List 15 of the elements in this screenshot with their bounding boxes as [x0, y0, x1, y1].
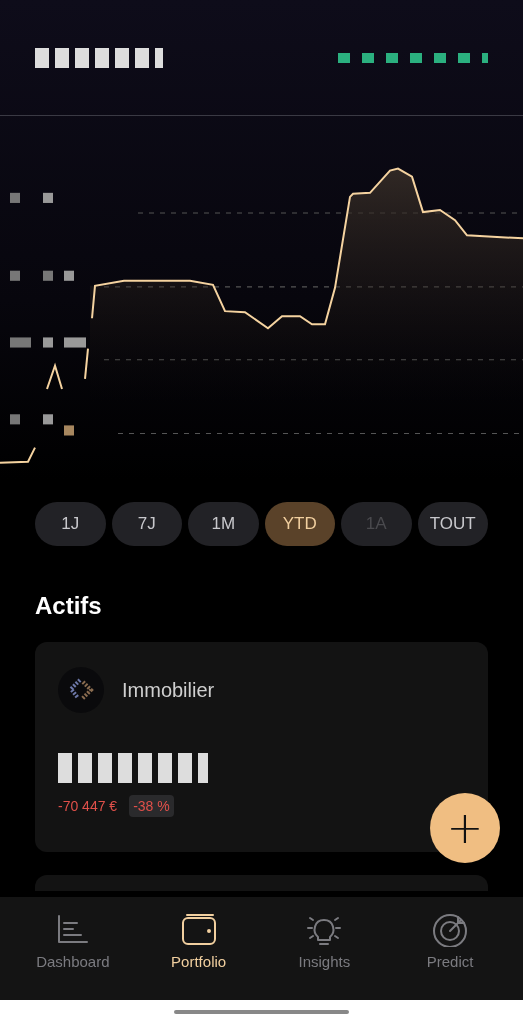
asset-logo-icon: [58, 667, 104, 713]
period-tab[interactable]: 1J: [35, 502, 106, 546]
change-amount: -70 447 €: [58, 798, 118, 814]
add-button[interactable]: +: [430, 793, 500, 863]
nav-tab[interactable]: Insights: [269, 913, 380, 983]
asset-name: Immobilier: [122, 678, 215, 702]
nav-tab[interactable]: Predict: [395, 913, 506, 983]
change-percent-badge: -38 %: [129, 795, 174, 817]
period-tab[interactable]: YTD: [264, 502, 335, 546]
period-tab[interactable]: 1M: [188, 502, 259, 546]
nav-tab[interactable]: Dashboard: [17, 913, 128, 983]
nav-tab[interactable]: Portfolio: [143, 913, 254, 983]
period-tab[interactable]: 7J: [111, 502, 182, 546]
period-tab[interactable]: TOUT: [417, 502, 488, 546]
section-title: Actifs: [35, 592, 103, 620]
